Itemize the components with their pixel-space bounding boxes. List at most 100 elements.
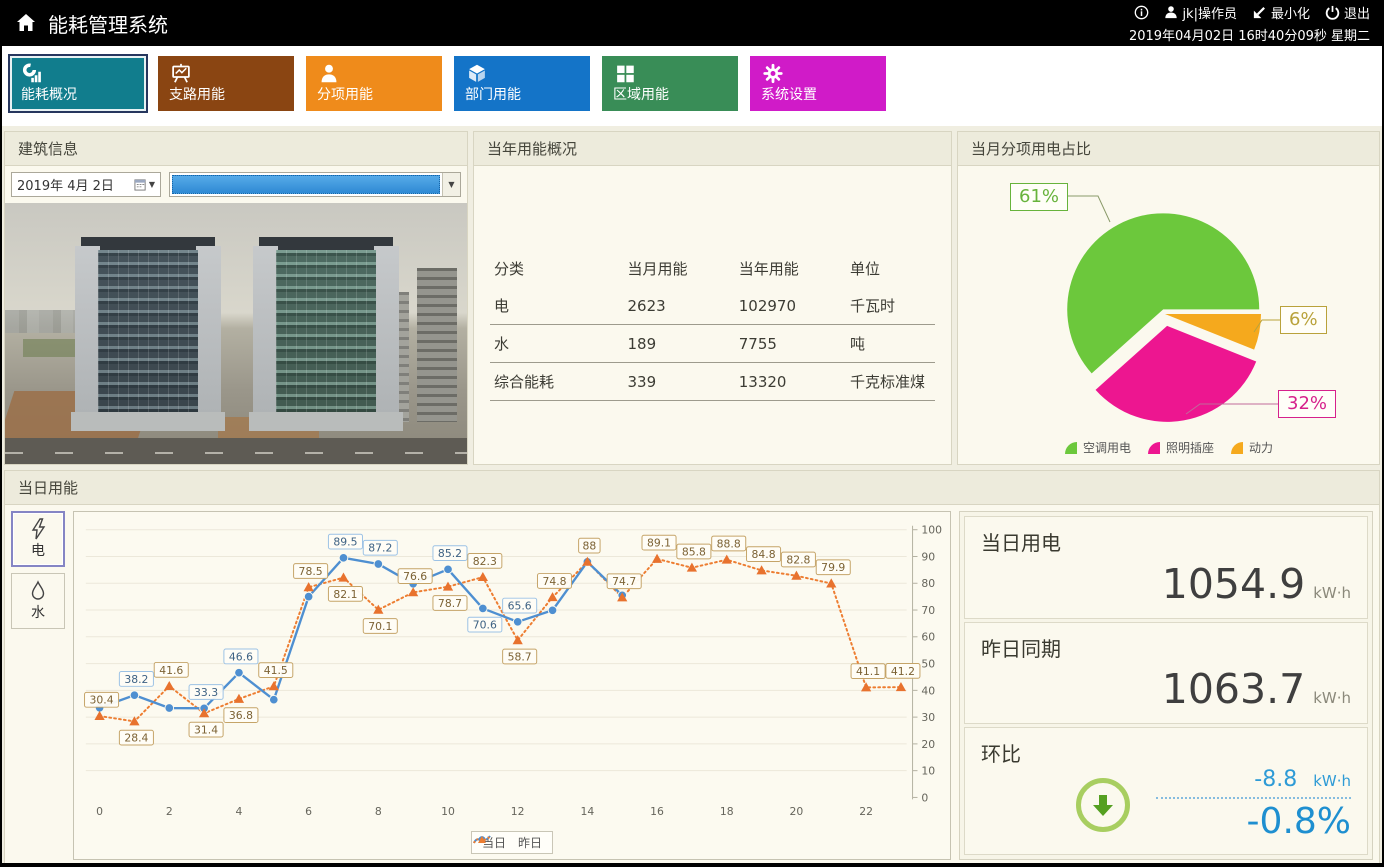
svg-text:74.8: 74.8 bbox=[542, 575, 566, 588]
user-name: jk|操作员 bbox=[1182, 6, 1237, 22]
energy-type-switcher: 电 水 bbox=[11, 511, 65, 860]
pie-chart-panel: 当月分项用电占比 61% 6% 32% 空调用电 照明插座 动力 bbox=[957, 131, 1380, 465]
daily-stats-panel: 当日用电 1054.9 kW·h 昨日同期 1063.7 kW·h 环比 -8.… bbox=[959, 511, 1373, 860]
svg-text:84.8: 84.8 bbox=[752, 548, 776, 561]
svg-text:88: 88 bbox=[582, 540, 596, 553]
stat-card-today: 当日用电 1054.9 kW·h bbox=[964, 516, 1368, 619]
stat-unit: kW·h bbox=[1313, 689, 1351, 707]
app-title: 能耗管理系统 bbox=[48, 12, 168, 37]
nav-subentry-energy[interactable]: 分项用能 bbox=[306, 56, 442, 111]
building-panel-title: 建筑信息 bbox=[5, 132, 467, 166]
legend-item-lighting: 照明插座 bbox=[1147, 439, 1214, 456]
legend-fan-icon bbox=[1064, 441, 1077, 454]
calendar-icon[interactable]: ▼ bbox=[134, 178, 155, 191]
svg-text:41.1: 41.1 bbox=[856, 665, 880, 678]
svg-text:100: 100 bbox=[921, 524, 942, 537]
top-right: jk|操作员 最小化 退出 2019年04月02日 16时40分09秒 星期二 bbox=[1129, 3, 1370, 44]
svg-text:87.2: 87.2 bbox=[368, 542, 392, 555]
nav-area-energy[interactable]: 区域用能 bbox=[602, 56, 738, 111]
date-picker[interactable]: 2019年 4月 2日 ▼ bbox=[11, 172, 161, 197]
power-icon bbox=[1325, 5, 1340, 20]
nav-energy-overview[interactable]: 能耗概况 bbox=[8, 54, 148, 113]
date-value: 2019年 4月 2日 bbox=[17, 179, 114, 194]
logout-button[interactable]: 退出 bbox=[1325, 3, 1370, 22]
pie-callout-ac: 61% bbox=[1010, 183, 1069, 211]
svg-text:18: 18 bbox=[720, 805, 734, 818]
building-photo bbox=[5, 203, 467, 464]
energy-type-water-button[interactable]: 水 bbox=[11, 573, 65, 629]
stat-card-yesterday: 昨日同期 1063.7 kW·h bbox=[964, 621, 1368, 724]
nav-system-settings[interactable]: 系统设置 bbox=[750, 56, 886, 111]
legend-fan-icon bbox=[1147, 441, 1160, 454]
legend-item-yesterday[interactable]: 昨日 bbox=[473, 834, 543, 851]
ratio-delta-unit: kW·h bbox=[1313, 772, 1351, 790]
svg-text:6: 6 bbox=[305, 805, 312, 818]
svg-text:58.7: 58.7 bbox=[508, 650, 532, 663]
svg-text:89.5: 89.5 bbox=[333, 536, 357, 549]
datetime-text: 2019年04月02日 16时40分09秒 星期二 bbox=[1128, 28, 1370, 44]
home-icon bbox=[17, 14, 35, 31]
svg-text:70.6: 70.6 bbox=[473, 619, 497, 632]
cell: 千瓦时 bbox=[846, 287, 935, 325]
cell: 吨 bbox=[846, 324, 935, 363]
info-icon[interactable] bbox=[1134, 5, 1149, 20]
col-header-month: 当月用能 bbox=[627, 260, 688, 278]
main-nav: 能耗概况 支路用能 分项用能 部门用能 区域用能 系统设置 bbox=[2, 46, 1382, 126]
app-window: 能耗管理系统 jk|操作员 最小化 退出 2019年04月02日 16时40分0… bbox=[0, 0, 1384, 867]
svg-text:30.4: 30.4 bbox=[90, 694, 114, 707]
svg-text:41.5: 41.5 bbox=[264, 664, 288, 677]
building-info-panel: 建筑信息 2019年 4月 2日 ▼ ▼ bbox=[4, 131, 468, 465]
svg-text:74.7: 74.7 bbox=[612, 575, 636, 588]
legend-label: 照明插座 bbox=[1165, 441, 1214, 455]
svg-text:20: 20 bbox=[790, 805, 804, 818]
table-header-row: 分类 当月用能 当年用能 单位 bbox=[490, 250, 935, 287]
svg-text:31.4: 31.4 bbox=[194, 724, 218, 737]
minimize-button[interactable]: 最小化 bbox=[1252, 3, 1310, 22]
nav-branch-energy[interactable]: 支路用能 bbox=[158, 56, 294, 111]
building-selector-dropdown[interactable]: ▼ bbox=[169, 172, 461, 197]
svg-text:10: 10 bbox=[921, 765, 935, 778]
legend-label: 昨日 bbox=[518, 836, 543, 850]
col-header-unit: 单位 bbox=[850, 260, 881, 278]
svg-text:28.4: 28.4 bbox=[124, 732, 148, 745]
top-bar: 能耗管理系统 jk|操作员 最小化 退出 2019年04月02日 16时40分0… bbox=[2, 0, 1382, 46]
legend-label: 空调用电 bbox=[1082, 441, 1131, 455]
nav-department-energy[interactable]: 部门用能 bbox=[454, 56, 590, 111]
legend-fan-icon bbox=[1231, 441, 1243, 454]
nav-label: 区域用能 bbox=[613, 87, 669, 103]
cell: 13320 bbox=[734, 362, 846, 401]
svg-text:65.6: 65.6 bbox=[508, 600, 532, 613]
year-panel-title: 当年用能概况 bbox=[474, 132, 951, 166]
minimize-label: 最小化 bbox=[1270, 6, 1310, 22]
energy-type-label: 水 bbox=[31, 605, 45, 621]
user-menu[interactable]: jk|操作员 bbox=[1164, 3, 1237, 22]
ratio-divider bbox=[1156, 797, 1351, 799]
legend-item-ac: 空调用电 bbox=[1064, 439, 1131, 456]
minimize-icon bbox=[1253, 6, 1265, 18]
svg-text:4: 4 bbox=[236, 805, 243, 818]
stat-label: 环比 bbox=[981, 742, 1021, 766]
svg-text:80: 80 bbox=[921, 577, 935, 590]
logout-label: 退出 bbox=[1343, 6, 1370, 22]
dropdown-arrow-icon[interactable]: ▼ bbox=[442, 173, 460, 196]
svg-text:78.7: 78.7 bbox=[438, 597, 462, 610]
svg-text:70.1: 70.1 bbox=[368, 620, 392, 633]
svg-text:90: 90 bbox=[921, 550, 935, 563]
building-selector-selection bbox=[172, 175, 440, 194]
cell: 189 bbox=[623, 324, 735, 363]
svg-text:2: 2 bbox=[166, 805, 173, 818]
cell: 千克标准煤 bbox=[846, 362, 935, 401]
top-actions: jk|操作员 最小化 退出 bbox=[1134, 3, 1370, 22]
line-chart-legend[interactable]: 当日 昨日 bbox=[470, 831, 554, 854]
energy-type-electric-button[interactable]: 电 bbox=[11, 511, 65, 567]
stat-value: 1063.7 bbox=[1161, 665, 1306, 713]
col-header-category: 分类 bbox=[494, 260, 525, 278]
svg-text:41.6: 41.6 bbox=[159, 664, 183, 677]
nav-label: 分项用能 bbox=[317, 87, 373, 103]
person-icon bbox=[321, 64, 337, 83]
pie-callout-lighting: 32% bbox=[1278, 390, 1337, 418]
svg-text:36.8: 36.8 bbox=[229, 709, 253, 722]
svg-text:22: 22 bbox=[859, 805, 873, 818]
year-energy-table: 分类 当月用能 当年用能 单位 电 2623 102970 千瓦时 水 189 … bbox=[490, 250, 935, 401]
legend-label: 动力 bbox=[1249, 441, 1274, 455]
